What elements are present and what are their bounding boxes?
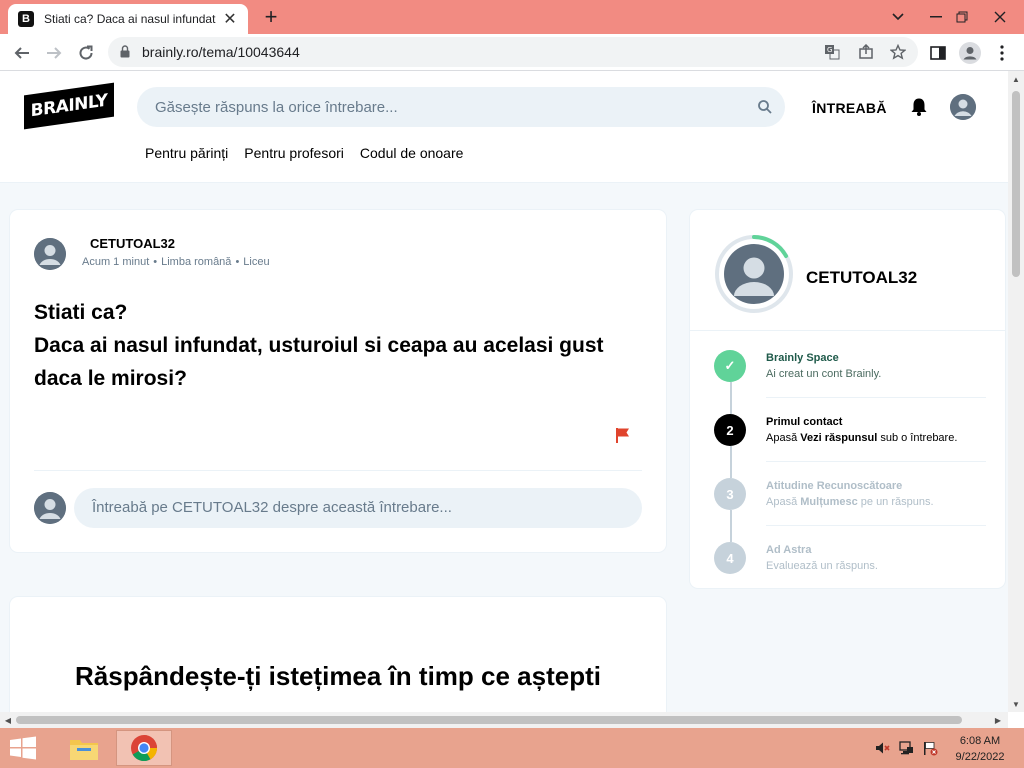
step-title: Atitudine Recunoscătoare xyxy=(766,480,903,492)
forward-button[interactable] xyxy=(40,39,68,67)
brainly-logo[interactable]: BRAINLY xyxy=(24,82,114,130)
new-tab-button[interactable]: + xyxy=(258,4,284,30)
check-icon: ✓ xyxy=(714,350,746,382)
step-brainly-space: ✓ Brainly Space Ai creat un cont Brainly… xyxy=(714,350,994,414)
tab-close-icon[interactable]: ✕ xyxy=(222,9,238,29)
report-flag-icon[interactable] xyxy=(614,426,632,444)
ask-question-button[interactable]: ÎNTREABĂ xyxy=(812,100,887,116)
reload-button[interactable] xyxy=(72,39,100,67)
meta-separator: • xyxy=(153,256,158,268)
sidebar-username[interactable]: CETUTOAL32 xyxy=(806,268,917,288)
back-button[interactable] xyxy=(8,39,36,67)
windows-taskbar: 6:08 AM 9/22/2022 xyxy=(0,728,1024,768)
side-panel-icon[interactable] xyxy=(926,41,950,65)
page-viewport: BRAINLY Găsește răspuns la orice întreba… xyxy=(0,71,1008,712)
lock-icon xyxy=(120,45,130,58)
horizontal-scrollbar[interactable]: ◀ ▶ xyxy=(0,712,1008,728)
step-first-contact: 2 Primul contact Apasă Vezi răspunsul su… xyxy=(714,414,994,478)
step-separator xyxy=(766,461,986,462)
system-clock[interactable]: 6:08 AM 9/22/2022 xyxy=(948,733,1012,765)
question-author[interactable]: CETUTOAL32 xyxy=(90,236,175,251)
question-line-1: Stiati ca? xyxy=(34,301,128,324)
bookmark-star-icon[interactable] xyxy=(888,42,908,62)
scroll-left-arrow-icon[interactable]: ◀ xyxy=(0,712,16,728)
search-input[interactable]: Găsește răspuns la orice întrebare... xyxy=(137,87,785,127)
question-language[interactable]: Limba română xyxy=(161,256,231,268)
step-number-badge: 2 xyxy=(714,414,746,446)
clock-date: 9/22/2022 xyxy=(955,751,1005,763)
site-header: BRAINLY Găsește răspuns la orice întreba… xyxy=(0,71,1008,183)
question-divider xyxy=(34,470,642,471)
close-window-button[interactable] xyxy=(978,0,1022,34)
profile-icon[interactable] xyxy=(958,41,982,65)
question-meta: Acum 1 minut • Limba română • Liceu xyxy=(82,256,270,268)
scroll-right-arrow-icon[interactable]: ▶ xyxy=(990,712,1006,728)
horizontal-scroll-thumb[interactable] xyxy=(16,716,962,724)
step-separator xyxy=(766,525,986,526)
address-bar[interactable]: brainly.ro/tema/10043644 G xyxy=(108,37,918,67)
file-explorer-icon[interactable] xyxy=(56,730,112,766)
step-separator xyxy=(766,397,986,398)
profile-progress-ring[interactable] xyxy=(714,234,794,314)
step-description: Apasă Mulțumesc pe un răspuns. xyxy=(766,496,934,508)
vertical-scrollbar[interactable]: ▲ ▼ xyxy=(1008,71,1024,712)
nav-link-teachers[interactable]: Pentru profesori xyxy=(244,145,344,161)
search-placeholder: Găsește răspuns la orice întrebare... xyxy=(155,99,398,116)
comment-placeholder: Întreabă pe CETUTOAL32 despre această în… xyxy=(92,499,452,516)
notifications-bell-icon[interactable] xyxy=(909,97,929,117)
step-description: Evaluează un răspuns. xyxy=(766,560,878,572)
nav-link-parents[interactable]: Pentru părinți xyxy=(145,145,228,161)
browser-toolbar: brainly.ro/tema/10043644 G xyxy=(0,34,1024,71)
url-text: brainly.ro/tema/10043644 xyxy=(142,44,300,60)
brainly-favicon-icon: B xyxy=(18,11,34,27)
windows-start-icon[interactable] xyxy=(6,734,40,762)
comment-input[interactable]: Întreabă pe CETUTOAL32 despre această în… xyxy=(74,488,642,528)
clock-time: 6:08 AM xyxy=(959,735,1001,747)
step-title: Primul contact xyxy=(766,416,843,428)
onboarding-progress-card: CETUTOAL32 ✓ Brainly Space Ai creat un c… xyxy=(690,210,1005,588)
question-text: Stiati ca? Daca ai nasul infundat, ustur… xyxy=(34,296,634,395)
scroll-up-arrow-icon[interactable]: ▲ xyxy=(1008,71,1024,87)
step-title: Brainly Space xyxy=(766,352,839,364)
action-center-flag-icon[interactable] xyxy=(922,740,938,756)
step-title: Ad Astra xyxy=(766,544,812,556)
question-time: Acum 1 minut xyxy=(82,256,150,268)
menu-kebab-icon[interactable] xyxy=(990,41,1014,65)
author-avatar-icon[interactable] xyxy=(34,238,66,270)
nav-link-honor-code[interactable]: Codul de onoare xyxy=(360,145,464,161)
network-icon[interactable] xyxy=(898,740,914,756)
answer-prompt-title: Răspândește-ți istețimea în timp ce aște… xyxy=(75,661,601,691)
tab-title: Stiati ca? Daca ai nasul infundat, xyxy=(44,12,216,26)
question-level[interactable]: Liceu xyxy=(243,256,269,268)
chrome-taskbar-icon[interactable] xyxy=(116,730,172,766)
step-description: Ai creat un cont Brainly. xyxy=(766,368,882,380)
meta-separator: • xyxy=(235,256,240,268)
scroll-down-arrow-icon[interactable]: ▼ xyxy=(1008,696,1024,712)
question-line-2: Daca ai nasul infundat, usturoiul si cea… xyxy=(34,334,604,390)
tab-strip: B Stiati ca? Daca ai nasul infundat, ✕ + xyxy=(0,0,1024,34)
svg-text:G: G xyxy=(827,46,832,54)
answer-prompt-card: Răspândește-ți istețimea în timp ce aște… xyxy=(10,597,666,712)
step-number-badge: 4 xyxy=(714,542,746,574)
commenter-avatar-icon xyxy=(34,492,66,524)
vertical-scroll-thumb[interactable] xyxy=(1012,91,1020,277)
question-card: CETUTOAL32 Acum 1 minut • Limba română •… xyxy=(10,210,666,552)
step-grateful-attitude: 3 Atitudine Recunoscătoare Apasă Mulțume… xyxy=(714,478,994,542)
search-icon[interactable] xyxy=(757,99,773,115)
translate-icon[interactable]: G xyxy=(822,42,842,62)
step-ad-astra: 4 Ad Astra Evaluează un răspuns. xyxy=(714,542,994,606)
step-number-badge: 3 xyxy=(714,478,746,510)
step-description: Apasă Vezi răspunsul sub o întrebare. xyxy=(766,432,958,444)
sidebar-divider xyxy=(690,330,1005,331)
volume-muted-icon[interactable] xyxy=(874,740,890,756)
sub-navigation: Pentru părinți Pentru profesori Codul de… xyxy=(145,145,463,161)
browser-tab[interactable]: B Stiati ca? Daca ai nasul infundat, ✕ xyxy=(8,4,248,34)
share-icon[interactable] xyxy=(856,42,876,62)
user-avatar-icon[interactable] xyxy=(950,94,976,120)
